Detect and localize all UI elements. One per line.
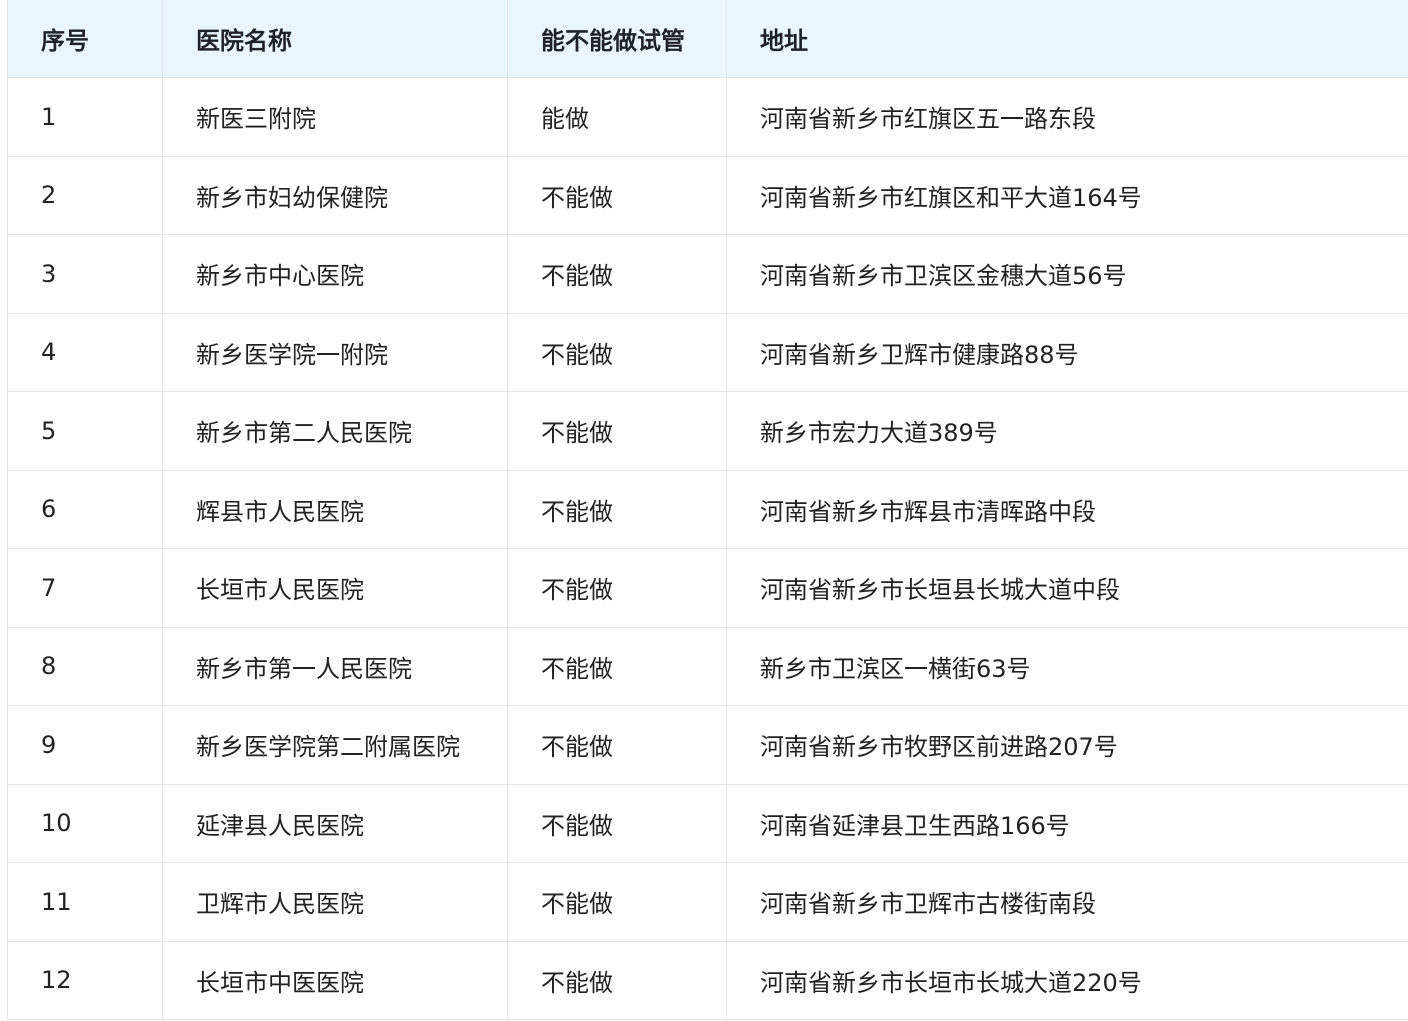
header-index: 序号 [7,0,163,78]
table-row: 8 新乡市第一人民医院 不能做 新乡市卫滨区一横街63号 [7,626,1408,706]
table-row: 6 辉县市人民医院 不能做 河南省新乡市辉县市清晖路中段 [7,469,1408,549]
cell-hospital-name: 卫辉市人民医院 [162,862,508,942]
cell-index: 9 [7,705,163,785]
table-row: 12 长垣市中医医院 不能做 河南省新乡市长垣市长城大道220号 [7,940,1408,1020]
table-row: 2 新乡市妇幼保健院 不能做 河南省新乡市红旗区和平大道164号 [7,155,1408,235]
table-row: 7 长垣市人民医院 不能做 河南省新乡市长垣县长城大道中段 [7,548,1408,628]
cell-ivf-capability: 不能做 [507,940,727,1020]
cell-address: 河南省新乡市长垣市长城大道220号 [726,940,1408,1020]
cell-hospital-name: 延津县人民医院 [162,783,508,863]
cell-index: 2 [7,155,163,235]
table-row: 3 新乡市中心医院 不能做 河南省新乡市卫滨区金穗大道56号 [7,234,1408,314]
cell-hospital-name: 新乡市中心医院 [162,234,508,314]
cell-index: 4 [7,312,163,392]
cell-hospital-name: 新乡市第一人民医院 [162,626,508,706]
cell-hospital-name: 长垣市中医医院 [162,940,508,1020]
header-ivf-capability: 能不能做试管 [507,0,727,78]
cell-index: 10 [7,783,163,863]
cell-ivf-capability: 不能做 [507,234,727,314]
cell-ivf-capability: 不能做 [507,626,727,706]
header-hospital-name: 医院名称 [162,0,508,78]
cell-address: 河南省新乡市卫辉市古楼街南段 [726,862,1408,942]
cell-ivf-capability: 不能做 [507,469,727,549]
cell-ivf-capability: 不能做 [507,862,727,942]
cell-index: 1 [7,77,163,157]
cell-index: 3 [7,234,163,314]
cell-address: 河南省新乡市卫滨区金穗大道56号 [726,234,1408,314]
cell-ivf-capability: 能做 [507,77,727,157]
cell-address: 河南省新乡市红旗区五一路东段 [726,77,1408,157]
cell-address: 河南省新乡市牧野区前进路207号 [726,705,1408,785]
table-row: 9 新乡医学院第二附属医院 不能做 河南省新乡市牧野区前进路207号 [7,705,1408,785]
table-row: 5 新乡市第二人民医院 不能做 新乡市宏力大道389号 [7,391,1408,471]
cell-address: 河南省新乡市红旗区和平大道164号 [726,155,1408,235]
cell-hospital-name: 新医三附院 [162,77,508,157]
cell-hospital-name: 新乡医学院一附院 [162,312,508,392]
table-header-row: 序号 医院名称 能不能做试管 地址 [7,0,1408,78]
cell-ivf-capability: 不能做 [507,391,727,471]
cell-hospital-name: 长垣市人民医院 [162,548,508,628]
cell-hospital-name: 新乡医学院第二附属医院 [162,705,508,785]
cell-index: 5 [7,391,163,471]
hospital-table-container: 序号 医院名称 能不能做试管 地址 1 新医三附院 能做 河南省新乡市红旗区五一路东段… [7,0,1408,1020]
cell-ivf-capability: 不能做 [507,155,727,235]
cell-index: 12 [7,940,163,1020]
hospital-table: 序号 医院名称 能不能做试管 地址 1 新医三附院 能做 河南省新乡市红旗区五一路东段… [7,0,1408,1020]
cell-ivf-capability: 不能做 [507,548,727,628]
table-body: 1 新医三附院 能做 河南省新乡市红旗区五一路东段 2 新乡市妇幼保健院 不能做 河南省新乡市… [7,77,1408,1020]
table-row: 4 新乡医学院一附院 不能做 河南省新乡卫辉市健康路88号 [7,312,1408,392]
cell-address: 新乡市卫滨区一横街63号 [726,626,1408,706]
cell-address: 河南省新乡市辉县市清晖路中段 [726,469,1408,549]
cell-address: 河南省延津县卫生西路166号 [726,783,1408,863]
cell-hospital-name: 新乡市第二人民医院 [162,391,508,471]
cell-ivf-capability: 不能做 [507,783,727,863]
cell-hospital-name: 辉县市人民医院 [162,469,508,549]
table-row: 11 卫辉市人民医院 不能做 河南省新乡市卫辉市古楼街南段 [7,862,1408,942]
cell-index: 11 [7,862,163,942]
table-row: 10 延津县人民医院 不能做 河南省延津县卫生西路166号 [7,783,1408,863]
cell-ivf-capability: 不能做 [507,705,727,785]
cell-index: 6 [7,469,163,549]
cell-index: 7 [7,548,163,628]
cell-ivf-capability: 不能做 [507,312,727,392]
cell-index: 8 [7,626,163,706]
cell-address: 河南省新乡卫辉市健康路88号 [726,312,1408,392]
table-row: 1 新医三附院 能做 河南省新乡市红旗区五一路东段 [7,77,1408,157]
cell-address: 新乡市宏力大道389号 [726,391,1408,471]
cell-hospital-name: 新乡市妇幼保健院 [162,155,508,235]
header-address: 地址 [726,0,1408,78]
cell-address: 河南省新乡市长垣县长城大道中段 [726,548,1408,628]
